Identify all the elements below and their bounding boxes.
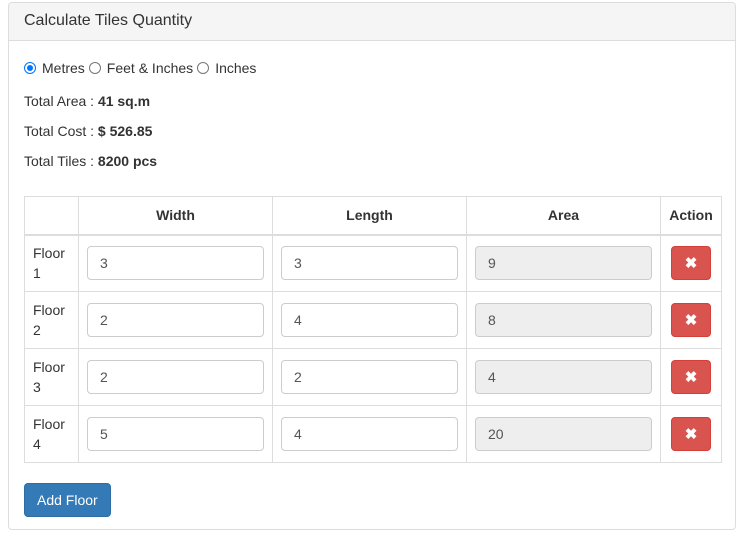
times-icon: ✖: [684, 255, 698, 273]
unit-option-inches[interactable]: Inches: [197, 60, 256, 76]
add-floor-button[interactable]: Add Floor: [24, 483, 111, 517]
unit-label-metres: Metres: [42, 60, 85, 76]
header-floor: [24, 196, 79, 236]
panel-title: Calculate Tiles Quantity: [24, 12, 193, 29]
area-readonly-field: 20: [475, 417, 652, 451]
radio-feet-inches[interactable]: [88, 62, 101, 74]
header-length: Length: [272, 196, 467, 236]
area-readonly-field: 4: [475, 360, 652, 394]
width-input[interactable]: 5: [87, 417, 264, 451]
header-action: Action: [660, 196, 722, 236]
floor-label: Floor 1: [24, 234, 79, 292]
panel-heading: Calculate Tiles Quantity: [9, 3, 735, 41]
area-readonly-field: 8: [475, 303, 652, 337]
floor-label: Floor 3: [24, 348, 79, 406]
times-icon: ✖: [684, 369, 698, 386]
delete-floor-button[interactable]: ✖: [671, 417, 711, 451]
floors-table: Width Length Area Action Floor 1 3 3 9 ✖…: [24, 196, 722, 463]
unit-option-metres[interactable]: Metres: [24, 60, 85, 76]
times-icon: ✖: [684, 312, 698, 329]
length-input[interactable]: 3: [281, 246, 458, 281]
total-tiles: Total Tiles : 8200 pcs: [24, 153, 157, 169]
radio-metres[interactable]: [24, 62, 36, 74]
tiles-calculator-panel: Calculate Tiles Quantity Metres Feet & I…: [8, 2, 736, 530]
total-tiles-value: 8200 pcs: [97, 153, 158, 169]
width-input[interactable]: 2: [87, 303, 264, 337]
total-cost-label: Total Cost :: [24, 123, 95, 139]
length-input[interactable]: 4: [281, 303, 458, 337]
table-row: Floor 3 2 2 4 ✖: [24, 348, 722, 406]
delete-floor-button[interactable]: ✖: [671, 303, 711, 337]
header-width: Width: [78, 196, 273, 236]
total-area-value: 41 sq.m: [97, 93, 151, 109]
length-input[interactable]: 2: [281, 360, 458, 394]
delete-floor-button[interactable]: ✖: [671, 246, 711, 281]
total-area-label: Total Area :: [24, 93, 95, 109]
total-area: Total Area : 41 sq.m: [24, 93, 150, 109]
unit-selector: Metres Feet & Inches Inches: [24, 58, 260, 78]
table-header-row: Width Length Area Action: [24, 196, 722, 236]
unit-option-feet-inches[interactable]: Feet & Inches: [88, 60, 194, 76]
area-readonly-field: 9: [475, 246, 652, 281]
unit-label-feet-inches: Feet & Inches: [106, 60, 194, 76]
total-cost: Total Cost : $ 526.85: [24, 123, 152, 139]
total-cost-value: $ 526.85: [97, 123, 153, 139]
times-icon: ✖: [684, 426, 698, 443]
unit-label-inches: Inches: [215, 60, 257, 76]
table-row: Floor 1 3 3 9 ✖: [24, 234, 722, 292]
length-input[interactable]: 4: [281, 417, 458, 451]
floor-label: Floor 2: [24, 291, 79, 349]
total-tiles-label: Total Tiles :: [24, 153, 95, 169]
floor-label: Floor 4: [24, 405, 79, 463]
width-input[interactable]: 2: [87, 360, 264, 394]
radio-inches[interactable]: [197, 62, 210, 74]
header-area: Area: [466, 196, 661, 236]
delete-floor-button[interactable]: ✖: [671, 360, 711, 394]
width-input[interactable]: 3: [87, 246, 264, 281]
table-row: Floor 2 2 4 8 ✖: [24, 291, 722, 349]
table-row: Floor 4 5 4 20 ✖: [24, 405, 722, 463]
